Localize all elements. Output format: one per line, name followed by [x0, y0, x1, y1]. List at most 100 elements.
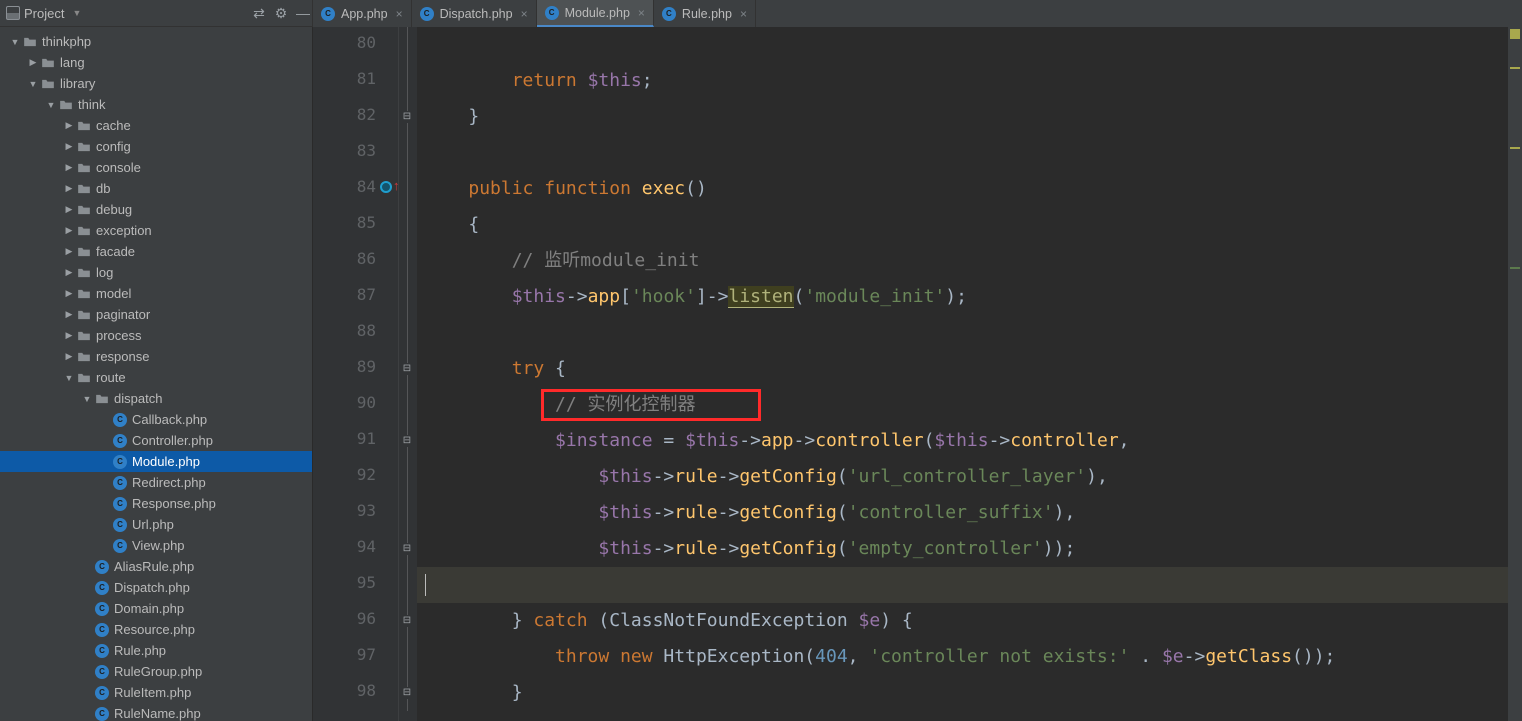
- chevron-down-icon[interactable]: ▼: [62, 373, 76, 383]
- code-line[interactable]: {: [417, 207, 1508, 243]
- chevron-down-icon[interactable]: ▼: [26, 79, 40, 89]
- tree-file[interactable]: ▶CResource.php: [0, 619, 312, 640]
- chevron-down-icon[interactable]: ▼: [72, 8, 81, 18]
- hide-tool-icon[interactable]: —: [294, 5, 312, 21]
- code-line[interactable]: }: [417, 99, 1508, 135]
- project-tree[interactable]: ▼thinkphp▶lang▼library▼think▶cache▶confi…: [0, 27, 313, 721]
- editor-tab[interactable]: CRule.php×: [654, 0, 756, 27]
- scrollbar-mark[interactable]: [1510, 267, 1520, 269]
- chevron-right-icon[interactable]: ▶: [62, 225, 76, 236]
- chevron-right-icon[interactable]: ▶: [62, 141, 76, 152]
- code-line[interactable]: } catch (ClassNotFoundException $e) {: [417, 603, 1508, 639]
- code-line[interactable]: // 实例化控制器: [417, 387, 1508, 423]
- code-line[interactable]: public function exec(): [417, 171, 1508, 207]
- tree-folder[interactable]: ▼thinkphp: [0, 31, 312, 52]
- chevron-down-icon[interactable]: ▼: [80, 394, 94, 404]
- tree-file[interactable]: ▶CView.php: [0, 535, 312, 556]
- code-area[interactable]: return $this; } public function exec() {…: [417, 27, 1508, 721]
- tree-folder[interactable]: ▶debug: [0, 199, 312, 220]
- chevron-down-icon[interactable]: ▼: [44, 100, 58, 110]
- gutter-fold[interactable]: ⊟ ⊟ ⊟ ⊟ ⊟ ⊟: [399, 27, 417, 721]
- tree-file[interactable]: ▶CResponse.php: [0, 493, 312, 514]
- chevron-right-icon[interactable]: ▶: [62, 120, 76, 131]
- tree-file[interactable]: ▶CModule.php: [0, 451, 312, 472]
- chevron-right-icon[interactable]: ▶: [62, 309, 76, 320]
- close-icon[interactable]: ×: [740, 7, 747, 21]
- code-line[interactable]: $instance = $this->app->controller($this…: [417, 423, 1508, 459]
- tree-folder[interactable]: ▶config: [0, 136, 312, 157]
- inspection-indicator[interactable]: [1510, 29, 1520, 39]
- chevron-right-icon[interactable]: ▶: [62, 162, 76, 173]
- fold-toggle-icon[interactable]: ⊟: [401, 615, 413, 627]
- tree-file[interactable]: ▶CUrl.php: [0, 514, 312, 535]
- code-line[interactable]: [417, 315, 1508, 351]
- chevron-right-icon[interactable]: ▶: [62, 330, 76, 341]
- fold-toggle-icon[interactable]: ⊟: [401, 435, 413, 447]
- editor-scrollbar[interactable]: [1508, 27, 1522, 721]
- fold-toggle-icon[interactable]: ⊟: [401, 687, 413, 699]
- close-icon[interactable]: ×: [521, 7, 528, 21]
- code-line[interactable]: $this->rule->getConfig('url_controller_l…: [417, 459, 1508, 495]
- tree-file[interactable]: ▶CAliasRule.php: [0, 556, 312, 577]
- chevron-right-icon[interactable]: ▶: [26, 57, 40, 68]
- tree-folder[interactable]: ▼think: [0, 94, 312, 115]
- tree-folder[interactable]: ▶facade: [0, 241, 312, 262]
- tree-folder[interactable]: ▶cache: [0, 115, 312, 136]
- tree-folder[interactable]: ▶response: [0, 346, 312, 367]
- tree-folder[interactable]: ▶process: [0, 325, 312, 346]
- fold-toggle-icon[interactable]: ⊟: [401, 111, 413, 123]
- code-line[interactable]: }: [417, 675, 1508, 711]
- scrollbar-mark[interactable]: [1510, 147, 1520, 149]
- code-line[interactable]: try {: [417, 351, 1508, 387]
- override-marker-icon[interactable]: ↑: [380, 181, 396, 197]
- gear-icon[interactable]: ⚙: [272, 5, 290, 22]
- tree-folder[interactable]: ▼dispatch: [0, 388, 312, 409]
- chevron-down-icon[interactable]: ▼: [8, 37, 22, 47]
- fold-toggle-icon[interactable]: ⊟: [401, 363, 413, 375]
- line-number: 97: [328, 645, 376, 664]
- code-line[interactable]: // 监听module_init: [417, 243, 1508, 279]
- code-editor[interactable]: 80818283848586878889909192939495969798↑ …: [313, 27, 1522, 721]
- code-line[interactable]: $this->rule->getConfig('controller_suffi…: [417, 495, 1508, 531]
- tree-file[interactable]: ▶CRule.php: [0, 640, 312, 661]
- editor-tab[interactable]: CDispatch.php×: [412, 0, 537, 27]
- tree-file[interactable]: ▶CRuleGroup.php: [0, 661, 312, 682]
- code-line[interactable]: throw new HttpException(404, 'controller…: [417, 639, 1508, 675]
- tree-file[interactable]: ▶CDispatch.php: [0, 577, 312, 598]
- code-line[interactable]: $this->app['hook']->listen('module_init'…: [417, 279, 1508, 315]
- fold-toggle-icon[interactable]: ⊟: [401, 543, 413, 555]
- chevron-right-icon[interactable]: ▶: [62, 267, 76, 278]
- chevron-right-icon[interactable]: ▶: [62, 183, 76, 194]
- tree-folder[interactable]: ▶db: [0, 178, 312, 199]
- close-icon[interactable]: ×: [638, 6, 645, 20]
- chevron-right-icon[interactable]: ▶: [62, 246, 76, 257]
- code-line[interactable]: [417, 567, 1508, 603]
- tree-file[interactable]: ▶CDomain.php: [0, 598, 312, 619]
- chevron-right-icon[interactable]: ▶: [62, 288, 76, 299]
- tree-file[interactable]: ▶CRuleItem.php: [0, 682, 312, 703]
- tree-file[interactable]: ▶CController.php: [0, 430, 312, 451]
- chevron-right-icon[interactable]: ▶: [62, 351, 76, 362]
- scrollbar-mark[interactable]: [1510, 67, 1520, 69]
- tree-file[interactable]: ▶CCallback.php: [0, 409, 312, 430]
- close-icon[interactable]: ×: [396, 7, 403, 21]
- editor-tab[interactable]: CApp.php×: [313, 0, 412, 27]
- project-dropdown-label[interactable]: Project: [24, 6, 64, 21]
- code-line[interactable]: [417, 135, 1508, 171]
- tree-folder[interactable]: ▼route: [0, 367, 312, 388]
- chevron-right-icon[interactable]: ▶: [62, 204, 76, 215]
- code-line[interactable]: [417, 27, 1508, 63]
- collapse-tool-icon[interactable]: ⇄: [250, 5, 268, 22]
- tree-file[interactable]: ▶CRuleName.php: [0, 703, 312, 721]
- tree-file[interactable]: ▶CRedirect.php: [0, 472, 312, 493]
- tree-folder[interactable]: ▶console: [0, 157, 312, 178]
- code-line[interactable]: return $this;: [417, 63, 1508, 99]
- tree-folder[interactable]: ▶log: [0, 262, 312, 283]
- tree-folder[interactable]: ▶paginator: [0, 304, 312, 325]
- tree-folder[interactable]: ▶lang: [0, 52, 312, 73]
- code-line[interactable]: $this->rule->getConfig('empty_controller…: [417, 531, 1508, 567]
- tree-folder[interactable]: ▶exception: [0, 220, 312, 241]
- tree-folder[interactable]: ▼library: [0, 73, 312, 94]
- tree-folder[interactable]: ▶model: [0, 283, 312, 304]
- editor-tab[interactable]: CModule.php×: [537, 0, 654, 27]
